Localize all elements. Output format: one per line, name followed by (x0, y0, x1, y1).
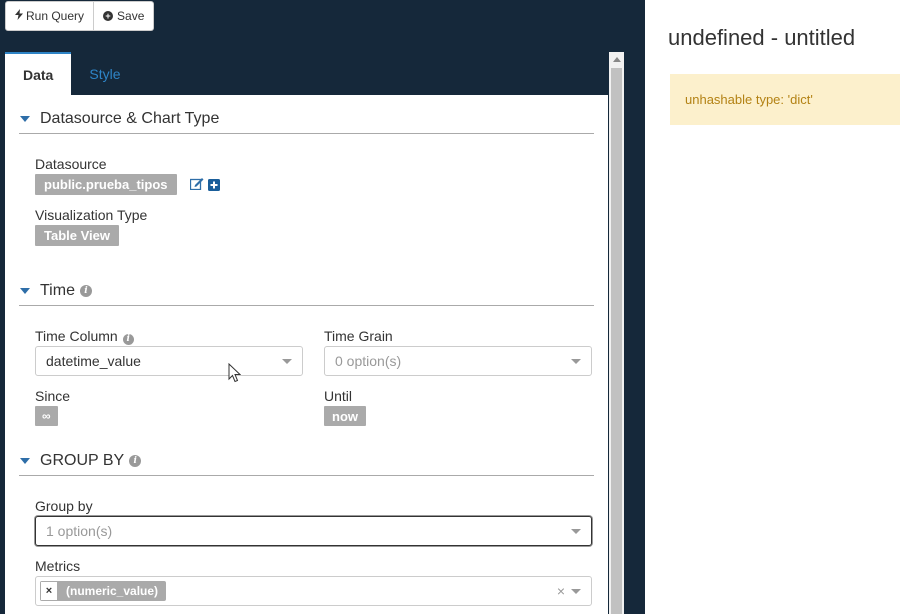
remove-metric-icon[interactable]: × (40, 581, 58, 601)
section-groupby-header[interactable]: GROUP BY i (19, 447, 594, 476)
tab-data[interactable]: Data (5, 52, 72, 95)
plus-circle-icon: + (103, 11, 114, 21)
time-column-label: Time Column i (35, 328, 134, 345)
info-icon: i (129, 455, 142, 467)
save-button[interactable]: + Save (94, 1, 155, 31)
mouse-pointer-icon (228, 362, 242, 388)
info-icon: i (122, 334, 134, 345)
info-icon: i (79, 285, 92, 297)
until-tag[interactable]: now (324, 406, 366, 426)
datasource-label: Datasource (35, 156, 107, 172)
query-toolbar: Run Query + Save (5, 1, 155, 31)
since-label: Since (35, 388, 71, 404)
data-tab-content: Datasource & Chart Type Datasource publi… (5, 95, 608, 614)
time-column-select[interactable]: datetime_value (35, 346, 303, 376)
caret-down-icon (20, 458, 30, 464)
datasource-tag[interactable]: public.prueba_tipos (35, 174, 177, 195)
save-label: Save (117, 9, 145, 23)
chevron-down-icon (571, 589, 581, 594)
run-query-label: Run Query (26, 9, 85, 23)
metric-tag: × (numeric_value) (40, 581, 167, 601)
chart-title: undefined - untitled (668, 25, 856, 50)
panel-scrollbar-thumb[interactable] (611, 68, 622, 614)
bolt-icon (15, 9, 23, 23)
scroll-up-arrow-icon[interactable] (613, 57, 621, 62)
caret-down-icon (20, 288, 30, 294)
metrics-label: Metrics (35, 558, 81, 574)
group-by-placeholder: 1 option(s) (46, 523, 113, 539)
time-column-label-text: Time Column (35, 328, 118, 344)
section-time-header[interactable]: Time i (19, 277, 594, 306)
clear-icon[interactable]: × (557, 583, 565, 599)
panel-tabs: Data Style (5, 52, 138, 95)
metrics-select[interactable]: × (numeric_value) × (35, 576, 592, 606)
since-tag[interactable]: ∞ (35, 406, 58, 426)
error-message: unhashable type: 'dict' (685, 92, 813, 107)
section-datasource-header[interactable]: Datasource & Chart Type (19, 105, 594, 134)
edit-datasource-icon[interactable] (189, 177, 204, 195)
viz-type-tag[interactable]: Table View (35, 225, 119, 246)
chevron-down-icon (282, 359, 292, 364)
chevron-down-icon (571, 359, 581, 364)
section-datasource-title: Datasource & Chart Type (40, 110, 220, 127)
metric-tag-value: (numeric_value) (66, 584, 159, 598)
error-alert: unhashable type: 'dict' (670, 74, 900, 125)
chevron-down-icon (571, 529, 581, 534)
time-grain-label: Time Grain (324, 328, 393, 344)
add-datasource-icon[interactable] (208, 178, 220, 196)
until-label: Until (324, 388, 353, 404)
tab-data-label: Data (23, 66, 54, 83)
time-grain-placeholder: 0 option(s) (335, 353, 402, 369)
explore-control-panel: Run Query + Save Data Style Datasource &… (0, 0, 645, 614)
caret-down-icon (20, 116, 30, 122)
time-column-value: datetime_value (46, 353, 141, 369)
time-grain-select[interactable]: 0 option(s) (324, 346, 592, 376)
section-groupby-title: GROUP BY (40, 452, 125, 469)
tab-style-label: Style (89, 65, 121, 82)
viz-type-label: Visualization Type (35, 207, 148, 223)
tab-style[interactable]: Style (71, 52, 138, 95)
section-time-title: Time (40, 282, 75, 299)
group-by-label: Group by (35, 498, 93, 514)
group-by-select[interactable]: 1 option(s) (35, 516, 592, 546)
run-query-button[interactable]: Run Query (5, 1, 95, 31)
